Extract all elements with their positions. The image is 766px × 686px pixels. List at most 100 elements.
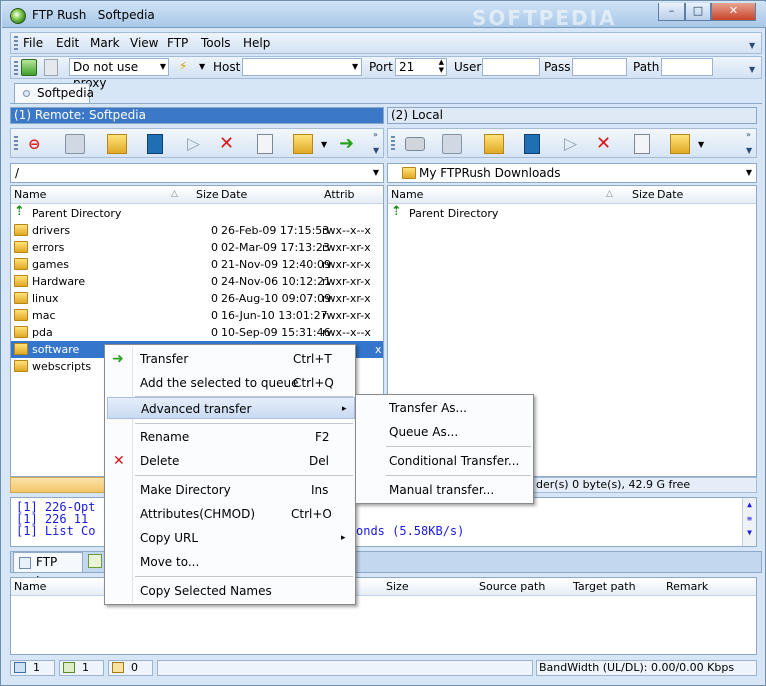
menu-edit[interactable]: Edit bbox=[56, 36, 79, 50]
menu-file[interactable]: File bbox=[23, 36, 43, 50]
column-date[interactable]: Date bbox=[221, 186, 247, 203]
transfer-arrow-icon[interactable]: ➜ bbox=[339, 134, 359, 154]
tab-softpedia[interactable]: Softpedia bbox=[14, 83, 94, 104]
menu-view[interactable]: View bbox=[130, 36, 158, 50]
menu-tools[interactable]: Tools bbox=[201, 36, 231, 50]
menu-item-copy-selected-names[interactable]: Copy Selected Names bbox=[107, 580, 353, 602]
disconnect-icon[interactable] bbox=[44, 59, 58, 76]
menu-item-delete[interactable]: ✕ Delete Del bbox=[107, 450, 353, 472]
column-name[interactable]: Name bbox=[14, 186, 46, 203]
menu-ftp[interactable]: FTP bbox=[167, 36, 188, 50]
queue-column-target[interactable]: Target path bbox=[573, 578, 636, 595]
folder-check-icon[interactable] bbox=[670, 134, 690, 154]
refresh-icon[interactable] bbox=[65, 134, 85, 154]
file-row-pda[interactable]: pda 0 10-Sep-09 15:31:46 rwx--x--x bbox=[11, 324, 383, 341]
file-row-games[interactable]: games 0 21-Nov-09 12:40:09 rwxr-xr-x bbox=[11, 256, 383, 273]
menu-item-transfer[interactable]: ➜ Transfer Ctrl+T bbox=[107, 348, 353, 370]
menu-item-move-to[interactable]: Move to... bbox=[107, 551, 353, 573]
menu-item-add-to-queue[interactable]: Add the selected to queue Ctrl+Q bbox=[107, 372, 353, 394]
proxy-select[interactable]: Do not use proxy ▼ bbox=[69, 58, 169, 90]
menu-item-make-directory[interactable]: Make Directory Ins bbox=[107, 479, 353, 501]
host-label: Host bbox=[213, 60, 241, 74]
play-icon[interactable]: ▷ bbox=[187, 134, 207, 154]
queue-column-name[interactable]: Name bbox=[14, 578, 46, 595]
chevron-down-icon[interactable]: ▼ bbox=[749, 41, 758, 51]
submenu-item-manual-transfer[interactable]: Manual transfer... bbox=[358, 479, 531, 501]
menu-item-advanced-transfer[interactable]: Advanced transfer ▸ bbox=[107, 397, 355, 419]
tab-ftp-log[interactable]: FTP Log bbox=[13, 552, 83, 588]
column-name[interactable]: Name bbox=[391, 186, 423, 203]
remote-path-value: / bbox=[15, 166, 20, 180]
parent-directory-label: Parent Directory bbox=[32, 207, 122, 220]
file-row-hardware[interactable]: Hardware 0 24-Nov-06 10:12:21 rwxr-xr-x bbox=[11, 273, 383, 290]
submenu-item-transfer-as[interactable]: Transfer As... bbox=[358, 397, 531, 419]
column-attrib[interactable]: Attrib bbox=[324, 186, 355, 203]
chevron-down-icon[interactable]: ▼ bbox=[352, 62, 358, 71]
chevron-down-icon[interactable]: » ▼ bbox=[373, 131, 379, 155]
menu-item-copy-url[interactable]: Copy URL ▸ bbox=[107, 527, 353, 549]
menu-help[interactable]: Help bbox=[243, 36, 270, 50]
file-row-linux[interactable]: linux 0 26-Aug-10 09:07:09 rwxr-xr-x bbox=[11, 290, 383, 307]
queue-tab-icon[interactable] bbox=[88, 554, 102, 568]
user-input[interactable] bbox=[482, 58, 540, 76]
column-date[interactable]: Date bbox=[657, 186, 683, 203]
toolbar-grip[interactable] bbox=[14, 136, 18, 152]
bookmark-icon[interactable] bbox=[524, 134, 540, 154]
user-label: User bbox=[454, 60, 482, 74]
folder-check-icon[interactable] bbox=[293, 134, 313, 154]
menu-item-rename[interactable]: Rename F2 bbox=[107, 426, 353, 448]
parent-folder-icon[interactable] bbox=[484, 134, 504, 154]
parent-folder-icon[interactable] bbox=[107, 134, 127, 154]
sort-icon: △ bbox=[606, 189, 613, 199]
chevron-down-icon[interactable]: ▼ bbox=[199, 62, 205, 71]
column-size[interactable]: Size bbox=[196, 186, 219, 203]
column-size[interactable]: Size bbox=[632, 186, 655, 203]
menu-item-attributes[interactable]: Attributes(CHMOD) Ctrl+O bbox=[107, 503, 353, 525]
folder-icon bbox=[14, 258, 28, 270]
file-row-errors[interactable]: errors 0 02-Mar-09 17:13:23 rwxr-xr-x bbox=[11, 239, 383, 256]
local-path-select[interactable]: My FTPRush Downloads ▼ bbox=[387, 163, 757, 183]
play-icon[interactable]: ▷ bbox=[564, 134, 584, 154]
chevron-down-icon[interactable]: ▼ bbox=[698, 140, 704, 149]
spin-arrows-icon[interactable]: ▲ ▼ bbox=[439, 58, 444, 74]
maximize-button[interactable]: □ bbox=[685, 3, 711, 21]
parent-directory-row[interactable]: ⇡ Parent Directory bbox=[388, 205, 756, 222]
menu-grip[interactable] bbox=[14, 36, 18, 51]
menu-mark[interactable]: Mark bbox=[90, 36, 120, 50]
host-input[interactable] bbox=[242, 58, 362, 76]
copy-icon[interactable] bbox=[634, 134, 650, 154]
drive-icon[interactable] bbox=[405, 137, 425, 151]
submenu-item-conditional-transfer[interactable]: Conditional Transfer... bbox=[358, 450, 531, 472]
chevron-down-icon: ▼ bbox=[159, 62, 166, 71]
file-row-drivers[interactable]: drivers 0 26-Feb-09 17:15:53 rwx--x--x bbox=[11, 222, 383, 239]
remote-path-select[interactable]: / ▼ bbox=[10, 163, 384, 183]
toolbar-grip[interactable] bbox=[391, 136, 395, 152]
connbar-grip[interactable] bbox=[14, 61, 18, 76]
queue-column-source[interactable]: Source path bbox=[479, 578, 545, 595]
delete-icon[interactable]: ✕ bbox=[596, 134, 616, 154]
menu-separator bbox=[386, 446, 531, 447]
queue-column-size[interactable]: Size bbox=[386, 578, 409, 595]
bookmark-icon[interactable] bbox=[147, 134, 163, 154]
chevron-down-icon[interactable]: ▼ bbox=[749, 65, 758, 75]
delete-icon[interactable]: ✕ bbox=[219, 134, 239, 154]
chevron-down-icon[interactable]: » ▼ bbox=[746, 131, 752, 155]
port-value: 21 bbox=[399, 60, 415, 74]
site-manager-icon[interactable] bbox=[21, 59, 37, 76]
minimize-button[interactable]: – bbox=[658, 3, 685, 21]
submenu-item-queue-as[interactable]: Queue As... bbox=[358, 421, 531, 443]
lightning-icon[interactable]: ⚡ bbox=[179, 60, 193, 72]
log-scrollbar[interactable]: ▲ ≡ ▼ bbox=[742, 498, 756, 546]
chevron-down-icon[interactable]: ▼ bbox=[321, 140, 327, 149]
port-input[interactable]: 21 ▲ ▼ bbox=[395, 58, 447, 76]
disconnect-icon[interactable]: ⊖ bbox=[28, 134, 48, 154]
queue-column-remark[interactable]: Remark bbox=[666, 578, 708, 595]
status-errors: 0 bbox=[108, 660, 153, 676]
parent-directory-row[interactable]: ⇡ Parent Directory bbox=[11, 205, 383, 222]
copy-icon[interactable] bbox=[257, 134, 273, 154]
path-input[interactable] bbox=[661, 58, 713, 76]
refresh-icon[interactable] bbox=[442, 134, 462, 154]
close-button[interactable]: ✕ bbox=[711, 3, 756, 21]
pass-input[interactable] bbox=[572, 58, 627, 76]
file-row-mac[interactable]: mac 0 16-Jun-10 13:01:27 rwxr-xr-x bbox=[11, 307, 383, 324]
